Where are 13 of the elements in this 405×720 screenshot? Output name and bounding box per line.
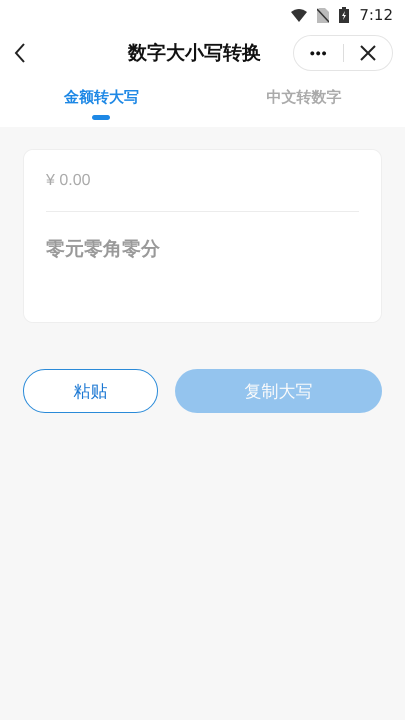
battery-icon [339,7,350,23]
result-text: 零元零角零分 [46,237,160,262]
tab[interactable]: 中文转数字 [202,76,405,127]
tab[interactable]: 金额转大写 [0,76,202,127]
no-sim-icon [317,8,330,22]
paste-button[interactable]: 粘贴 [23,369,158,413]
wifi-icon [291,8,308,22]
close-icon[interactable] [360,45,376,61]
page-title: 数字大小写转换 [126,41,262,66]
more-button[interactable]: ••• [310,45,328,61]
back-icon[interactable] [14,43,26,63]
converter-card[interactable]: ¥ 0.00 零元零角零分 [23,149,382,323]
status-time: 7:12 [359,6,393,24]
